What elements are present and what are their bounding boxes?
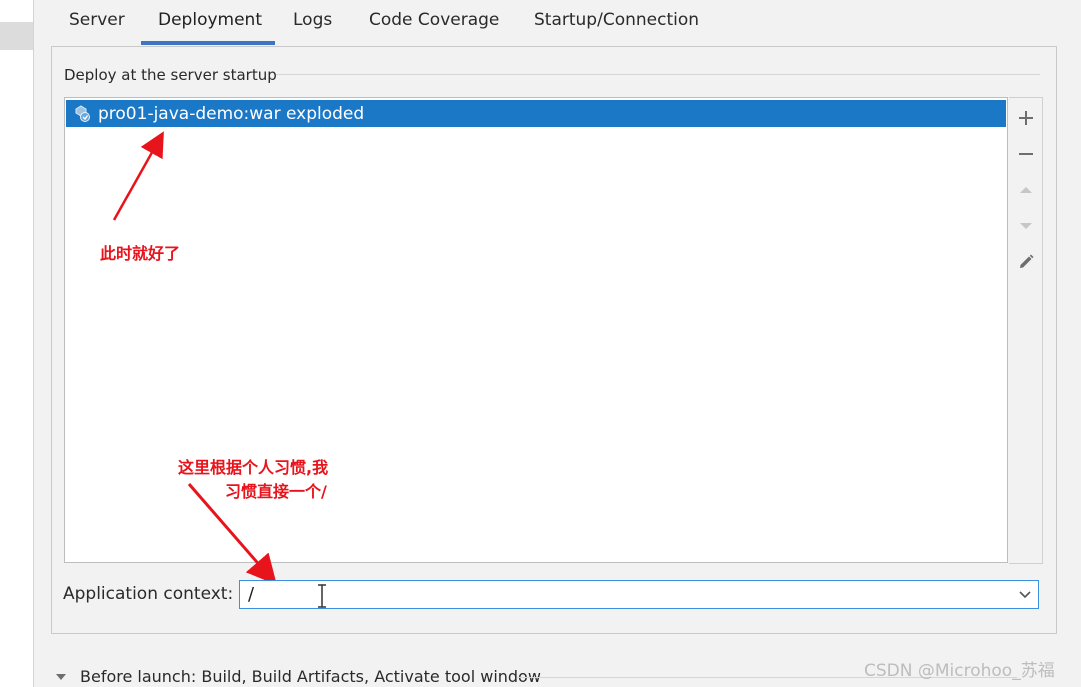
plus-icon [1018, 111, 1033, 125]
application-context-label: Application context: [63, 584, 234, 604]
before-launch-section[interactable]: Before launch: Build, Build Artifacts, A… [55, 667, 541, 686]
watermark: CSDN @Microhoo_苏福 [864, 661, 1055, 681]
left-panel-tab[interactable] [0, 22, 33, 50]
collapse-triangle-icon [56, 673, 66, 680]
tab-label: Startup/Connection [534, 10, 700, 30]
application-context-field[interactable]: / [239, 580, 1039, 609]
tab-label: Logs [293, 10, 333, 30]
remove-button[interactable] [1011, 140, 1040, 168]
before-launch-label: Before launch: Build, Build Artifacts, A… [80, 667, 541, 686]
tab-label: Deployment [158, 10, 262, 30]
tab-server[interactable]: Server [69, 10, 125, 46]
annotation-line: 习惯直接一个/ [225, 482, 327, 501]
tab-startup-connection[interactable]: Startup/Connection [534, 10, 699, 46]
deployment-panel: Deploy at the server startup pro01-java-… [51, 46, 1057, 634]
config-tabs: Server Deployment Logs Code Coverage Sta… [34, 0, 1081, 46]
tab-logs[interactable]: Logs [293, 10, 332, 46]
annotation-line: 这里根据个人习惯,我 [178, 458, 329, 477]
artifact-icon [70, 102, 94, 126]
minus-icon [1018, 153, 1033, 155]
add-button[interactable] [1011, 104, 1040, 132]
chevron-down-icon[interactable] [1016, 586, 1034, 604]
annotation-note: 此时就好了 [100, 244, 181, 263]
annotation-note: 这里根据个人习惯,我 习惯直接一个/ [178, 456, 328, 504]
edit-button[interactable] [1011, 248, 1040, 276]
pencil-icon [1019, 254, 1033, 268]
active-tab-indicator [141, 41, 275, 45]
move-up-icon [1019, 187, 1032, 193]
application-context-value: / [248, 584, 255, 605]
list-toolbar [1009, 97, 1043, 564]
tab-label: Server [69, 10, 125, 30]
move-down-icon [1019, 223, 1032, 229]
tab-label: Code Coverage [369, 10, 500, 30]
deploy-group-label: Deploy at the server startup [64, 66, 277, 84]
move-down-button[interactable] [1011, 212, 1040, 240]
list-item-label: pro01-java-demo:war exploded [98, 103, 365, 124]
text-cursor-icon [318, 584, 326, 608]
list-item[interactable]: pro01-java-demo:war exploded [66, 100, 1006, 127]
group-separator [276, 74, 1040, 75]
move-up-button[interactable] [1011, 176, 1040, 204]
left-side-panel [0, 0, 33, 687]
tab-code-coverage[interactable]: Code Coverage [369, 10, 499, 46]
